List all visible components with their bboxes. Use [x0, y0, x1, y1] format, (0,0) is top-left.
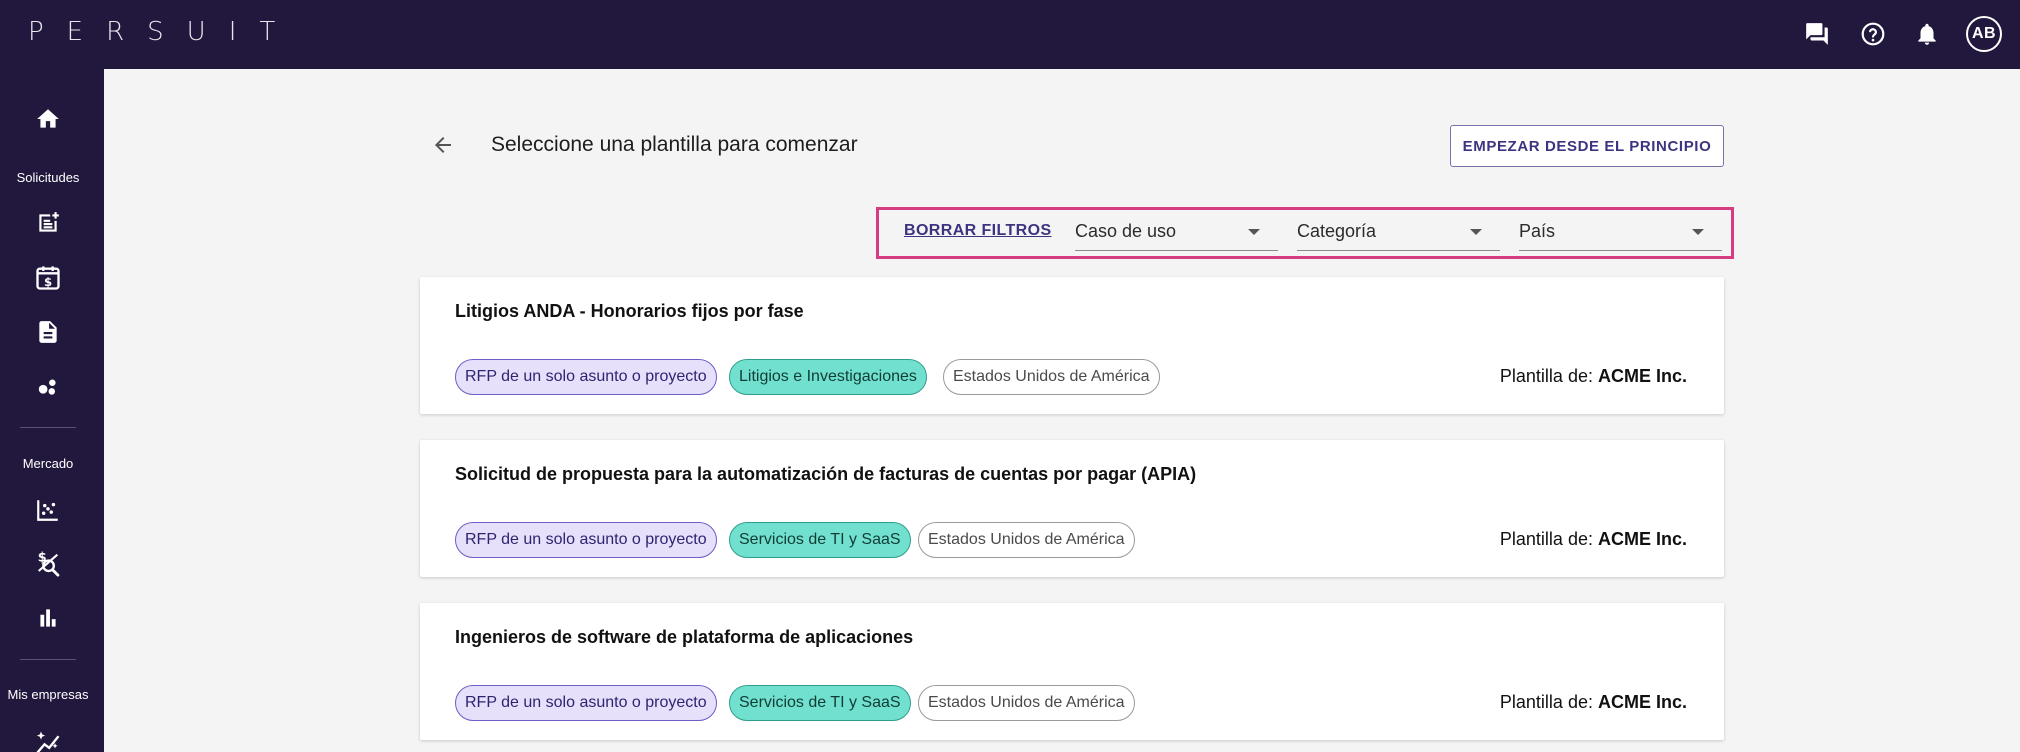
- price-search-icon[interactable]: $: [32, 548, 64, 580]
- template-card[interactable]: Litigios ANDA - Honorarios fijos por fas…: [420, 277, 1724, 414]
- template-card[interactable]: Ingenieros de software de plataforma de …: [420, 603, 1724, 740]
- page-title: Seleccione una plantilla para comenzar: [491, 133, 858, 156]
- template-owner: Plantilla de: ACME Inc.: [1500, 366, 1687, 387]
- owner-prefix: Plantilla de:: [1499, 529, 1593, 549]
- svg-text:$: $: [44, 275, 52, 289]
- country-chip: Estados Unidos de América: [918, 685, 1135, 721]
- back-button[interactable]: [428, 130, 458, 160]
- category-select-label: Categoría: [1297, 221, 1377, 241]
- document-icon[interactable]: [32, 316, 64, 348]
- sparkle-chart-icon[interactable]: [32, 726, 64, 752]
- bar-chart-icon[interactable]: [32, 602, 64, 634]
- sidebar: Solicitudes $ Mercado $ Mis empresas: [0, 69, 104, 752]
- bell-icon[interactable]: [1910, 17, 1944, 51]
- template-owner: Plantilla de: ACME Inc.: [1500, 692, 1687, 713]
- template-title: Solicitud de propuesta para la automatiz…: [455, 464, 1197, 484]
- calendar-dollar-icon[interactable]: $: [32, 262, 64, 294]
- arrow-left-icon: [435, 137, 451, 153]
- sidebar-section-solicitudes: Solicitudes: [16, 170, 80, 185]
- template-title: Ingenieros de software de plataforma de …: [455, 627, 914, 647]
- template-title: Litigios ANDA - Honorarios fijos por fas…: [455, 301, 804, 321]
- use-case-select-label: Caso de uso: [1075, 221, 1177, 241]
- category-chip: Servicios de TI y SaaS: [729, 685, 911, 721]
- owner-name: ACME Inc.: [1597, 366, 1687, 386]
- chat-icon[interactable]: [1800, 17, 1834, 51]
- chevron-down-icon: [1470, 229, 1482, 235]
- bubbles-icon[interactable]: [32, 370, 64, 402]
- use-case-chip: RFP de un solo asunto o proyecto: [455, 522, 717, 558]
- start-from-scratch-button[interactable]: EMPEZAR DESDE EL PRINCIPIO: [1450, 125, 1724, 167]
- top-bar: PERSUIT AB: [0, 0, 2020, 69]
- clear-filters-link[interactable]: BORRAR FILTROS: [904, 222, 1052, 240]
- sidebar-section-mis-empresas: Mis empresas: [7, 687, 89, 702]
- sidebar-section-mercado: Mercado: [22, 456, 74, 471]
- scatter-chart-icon[interactable]: [32, 494, 64, 526]
- chevron-down-icon: [1248, 229, 1260, 235]
- country-chip: Estados Unidos de América: [943, 359, 1160, 395]
- country-select[interactable]: País: [1519, 217, 1722, 251]
- country-select-label: País: [1519, 221, 1556, 241]
- sidebar-divider: [20, 427, 76, 428]
- sidebar-divider: [20, 659, 76, 660]
- use-case-select[interactable]: Caso de uso: [1075, 217, 1278, 251]
- home-icon[interactable]: [32, 103, 64, 135]
- owner-name: ACME Inc.: [1597, 692, 1687, 712]
- country-chip: Estados Unidos de América: [918, 522, 1135, 558]
- template-owner: Plantilla de: ACME Inc.: [1500, 529, 1687, 550]
- help-icon[interactable]: [1856, 17, 1890, 51]
- owner-prefix: Plantilla de:: [1499, 692, 1593, 712]
- template-card[interactable]: Solicitud de propuesta para la automatiz…: [420, 440, 1724, 577]
- category-chip: Servicios de TI y SaaS: [729, 522, 911, 558]
- owner-prefix: Plantilla de:: [1499, 366, 1593, 386]
- use-case-chip: RFP de un solo asunto o proyecto: [455, 685, 717, 721]
- category-chip: Litigios e Investigaciones: [729, 359, 927, 395]
- use-case-chip: RFP de un solo asunto o proyecto: [455, 359, 717, 395]
- owner-name: ACME Inc.: [1597, 529, 1687, 549]
- category-select[interactable]: Categoría: [1297, 217, 1500, 251]
- svg-text:$: $: [38, 551, 47, 566]
- new-request-icon[interactable]: [32, 207, 64, 239]
- avatar[interactable]: AB: [1966, 16, 2002, 52]
- persuit-logo[interactable]: PERSUIT: [28, 16, 298, 48]
- chevron-down-icon: [1692, 229, 1704, 235]
